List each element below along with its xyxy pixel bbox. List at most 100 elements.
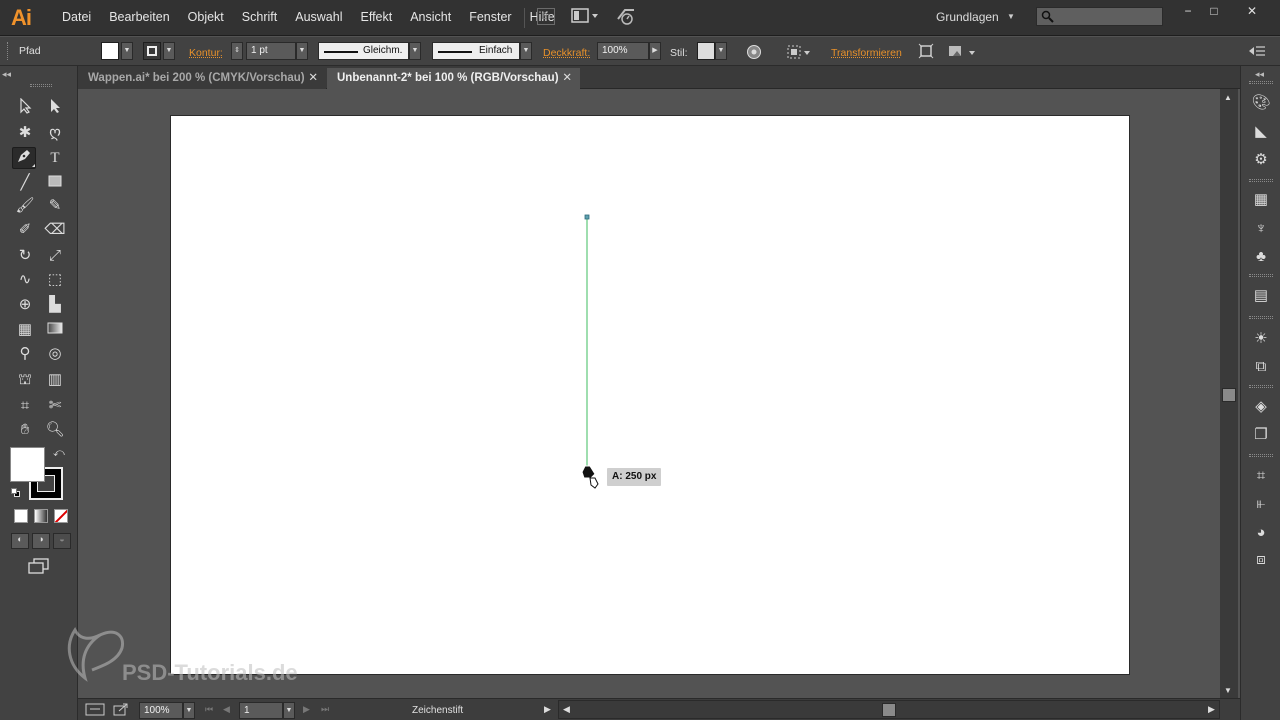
scroll-down-icon[interactable]: ▼ (1224, 686, 1232, 695)
profile-dropdown[interactable]: ▼ (409, 42, 421, 60)
brush-definition[interactable]: Einfach (432, 42, 520, 60)
menu-objekt[interactable]: Objekt (178, 10, 232, 24)
align-panel-icon[interactable]: ⫦ (1251, 494, 1271, 514)
canvas-area[interactable] (78, 89, 1220, 698)
stroke-panel-icon[interactable]: ▤ (1251, 286, 1271, 306)
share-icon[interactable] (113, 703, 129, 716)
direct-selection-tool-icon[interactable] (43, 98, 67, 120)
fill-dropdown[interactable]: ▼ (121, 42, 133, 60)
selection-tool-icon[interactable] (13, 97, 37, 120)
symbol-sprayer-tool-icon[interactable]: ⛫ (13, 369, 37, 391)
warp-tool-icon[interactable]: ∿ (13, 269, 37, 291)
column-graph-tool-icon[interactable]: ▥ (43, 369, 67, 391)
search-input[interactable] (1036, 7, 1163, 26)
line-tool-icon[interactable]: ╱ (13, 172, 37, 194)
panel-grip[interactable] (1249, 385, 1273, 388)
artboard-tool-icon[interactable]: ⌗ (13, 395, 37, 417)
scroll-up-icon[interactable]: ▲ (1224, 93, 1232, 102)
toolbar-grip[interactable] (30, 84, 52, 87)
artboard-number-field[interactable]: 1 (239, 702, 283, 719)
first-artboard-icon[interactable]: ⏮ (205, 704, 213, 715)
screen-mode-icon[interactable] (27, 557, 51, 578)
bridge-button[interactable]: Br (537, 7, 555, 25)
chevron-down-icon[interactable]: ▼ (1007, 12, 1015, 21)
none-mode-button[interactable] (54, 509, 68, 523)
maximize-button[interactable]: □ (1203, 4, 1225, 22)
opacity-link[interactable]: Deckkraft: (543, 47, 590, 59)
stroke-swatch[interactable] (143, 42, 161, 60)
rotate-tool-icon[interactable]: ↻ (13, 245, 37, 267)
graphic-style-swatch[interactable] (697, 42, 715, 60)
pen-tool-icon[interactable] (12, 147, 36, 169)
gradient-tool-icon[interactable] (43, 319, 67, 341)
close-icon[interactable]: ✕ (308, 68, 318, 89)
tab-wappen[interactable]: Wappen.ai* bei 200 % (CMYK/Vorschau) ✕ (78, 68, 326, 89)
horizontal-scroll-thumb[interactable] (882, 703, 896, 717)
stroke-weight-field[interactable]: 1 pt (246, 42, 296, 60)
transform-link[interactable]: Transformieren (831, 47, 902, 59)
stroke-weight-stepper[interactable]: ⇕ (231, 42, 243, 60)
lasso-tool-icon[interactable]: ღ (43, 122, 67, 144)
panel-grip[interactable] (1249, 454, 1273, 457)
swap-colors-icon[interactable]: ⤺ (53, 447, 65, 460)
mesh-tool-icon[interactable]: ▦ (13, 319, 37, 341)
panel-grip[interactable] (1249, 274, 1273, 277)
hand-tool-icon[interactable]: ✋︎ (13, 419, 37, 441)
vertical-scroll-thumb[interactable] (1222, 388, 1236, 402)
variable-width-profile[interactable]: Gleichm. (318, 42, 409, 60)
isolate-object-icon[interactable] (918, 43, 934, 59)
rectangle-tool-icon[interactable] (43, 172, 67, 194)
swatches-panel-icon[interactable]: ▦ (1251, 190, 1271, 210)
type-tool-icon[interactable]: T (43, 147, 67, 169)
panel-grip[interactable] (1249, 81, 1273, 84)
menu-fenster[interactable]: Fenster (459, 10, 519, 24)
eyedropper-tool-icon[interactable]: ⚲ (13, 343, 37, 365)
color-guide-panel-icon[interactable]: ◣ (1251, 122, 1271, 142)
fill-swatch[interactable] (101, 42, 119, 60)
blob-brush-tool-icon[interactable]: ✐ (13, 219, 37, 241)
horizontal-scrollbar[interactable]: ◀ ▶ (558, 700, 1220, 719)
slice-tool-icon[interactable]: ✄ (43, 395, 67, 417)
color-panel-icon[interactable]: 🎨︎ (1251, 93, 1271, 113)
transform-panel-icon[interactable]: ⌗ (1251, 466, 1271, 486)
shape-builder-tool-icon[interactable]: ⊕ (13, 294, 37, 316)
artboards-panel-icon[interactable]: ❐ (1251, 425, 1271, 445)
artboard-dropdown[interactable]: ▼ (283, 702, 295, 719)
menu-auswahl[interactable]: Auswahl (285, 10, 350, 24)
artboard-navigation-icon[interactable] (85, 703, 105, 716)
vertical-scrollbar[interactable]: ▲ ▼ (1220, 89, 1238, 698)
panel-grip[interactable] (1249, 316, 1273, 319)
close-window-button[interactable]: ✕ (1241, 4, 1263, 22)
opacity-slider-button[interactable]: ▶ (649, 42, 661, 60)
kuler-panel-icon[interactable]: ⚙ (1251, 150, 1271, 170)
draw-behind-icon[interactable]: ◑ (32, 533, 50, 549)
expand-panels-icon[interactable]: ◂◂ (1255, 69, 1264, 80)
default-colors-icon[interactable] (11, 488, 20, 497)
blend-tool-icon[interactable]: ◎ (43, 343, 67, 365)
brush-dropdown[interactable]: ▼ (520, 42, 532, 60)
stroke-dropdown[interactable]: ▼ (163, 42, 175, 60)
next-artboard-icon[interactable]: ▶ (303, 704, 310, 715)
panel-grip[interactable] (1249, 179, 1273, 182)
magic-wand-tool-icon[interactable]: ✱ (13, 122, 37, 144)
fill-color-indicator[interactable] (10, 447, 45, 482)
control-bar-grip[interactable] (7, 42, 10, 60)
status-menu-icon[interactable]: ▶ (544, 704, 551, 715)
style-dropdown[interactable]: ▼ (715, 42, 727, 60)
object-options-icon[interactable] (947, 43, 977, 61)
paintbrush-tool-icon[interactable]: 🖌︎ (13, 195, 37, 217)
close-icon[interactable]: ✕ (562, 68, 572, 89)
tab-unbenannt[interactable]: Unbenannt-2* bei 100 % (RGB/Vorschau) ✕ (327, 68, 580, 89)
menu-effekt[interactable]: Effekt (350, 10, 400, 24)
graphic-styles-panel-icon[interactable]: ⧉ (1251, 357, 1271, 377)
brushes-panel-icon[interactable]: ♆ (1251, 219, 1271, 239)
collapse-toolbar-icon[interactable]: ◂◂ (2, 69, 11, 80)
symbols-panel-icon[interactable]: ♣ (1251, 247, 1271, 267)
draw-normal-icon[interactable]: ◐ (11, 533, 29, 549)
scroll-left-icon[interactable]: ◀ (563, 704, 570, 715)
stroke-weight-dropdown[interactable]: ▼ (296, 42, 308, 60)
last-artboard-icon[interactable]: ⏭ (321, 704, 329, 715)
arrange-documents-icon[interactable] (571, 7, 599, 25)
scale-tool-icon[interactable]: ⤢ (43, 245, 67, 267)
gpu-performance-icon[interactable] (615, 7, 637, 25)
